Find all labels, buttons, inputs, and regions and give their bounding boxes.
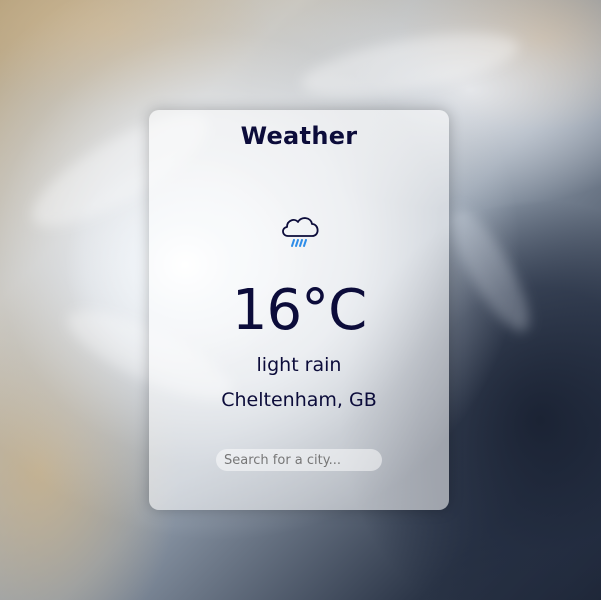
weather-card: Weather 16°C light rain Cheltenham, GB [149, 110, 449, 510]
city-search-input[interactable] [216, 449, 382, 471]
cloud-streak [297, 21, 523, 109]
app-title: Weather [240, 122, 358, 150]
cloud-streak [437, 199, 543, 341]
temperature: 16°C [231, 278, 367, 343]
location: Cheltenham, GB [221, 389, 377, 411]
rain-cloud-icon [282, 217, 319, 247]
weather-description: light rain [256, 354, 342, 376]
